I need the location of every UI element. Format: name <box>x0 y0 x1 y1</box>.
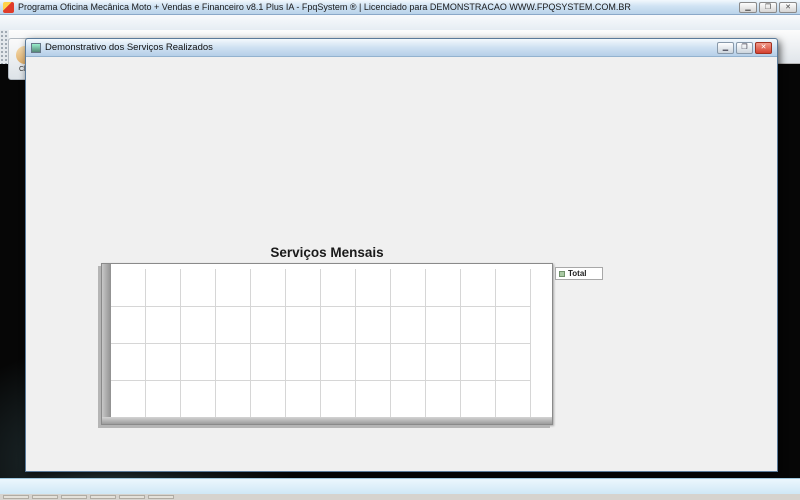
chart-legend: Total <box>555 267 603 280</box>
child-close-button[interactable]: ✕ <box>755 42 772 54</box>
child-window-controls: ▁ ❐ ✕ <box>717 42 772 54</box>
chart-bars-area <box>111 269 531 417</box>
child-body: Serviços Mensais Total <box>26 57 777 471</box>
chart-floor <box>102 417 552 424</box>
menu-bar <box>0 15 800 30</box>
child-window-title: Demonstrativo dos Serviços Realizados <box>45 42 213 53</box>
child-minimize-button[interactable]: ▁ <box>717 42 734 54</box>
child-restore-button[interactable]: ❐ <box>736 42 753 54</box>
status-bar <box>0 478 800 494</box>
legend-label: Total <box>568 269 587 278</box>
legend-swatch <box>559 271 565 277</box>
child-titlebar[interactable]: Demonstrativo dos Serviços Realizados ▁ … <box>26 39 777 57</box>
app-logo-icon <box>3 2 14 13</box>
bar-chart <box>101 263 553 425</box>
close-button[interactable]: ✕ <box>779 2 797 13</box>
chart-left-wall <box>102 264 111 424</box>
child-window-icon <box>31 43 41 53</box>
right-panel <box>611 57 777 471</box>
window-title: Programa Oficina Mecânica Moto + Vendas … <box>18 2 631 12</box>
taskbar-sliver <box>0 494 800 500</box>
chart-title: Serviços Mensais <box>101 245 553 260</box>
restore-button[interactable]: ❐ <box>759 2 777 13</box>
minimize-button[interactable]: ▁ <box>739 2 757 13</box>
main-titlebar: Programa Oficina Mecânica Moto + Vendas … <box>0 0 800 15</box>
child-window: Demonstrativo dos Serviços Realizados ▁ … <box>25 38 778 472</box>
window-controls: ▁ ❐ ✕ <box>739 2 797 13</box>
screen: { "window": {"title": "Programa Oficina … <box>0 0 800 500</box>
